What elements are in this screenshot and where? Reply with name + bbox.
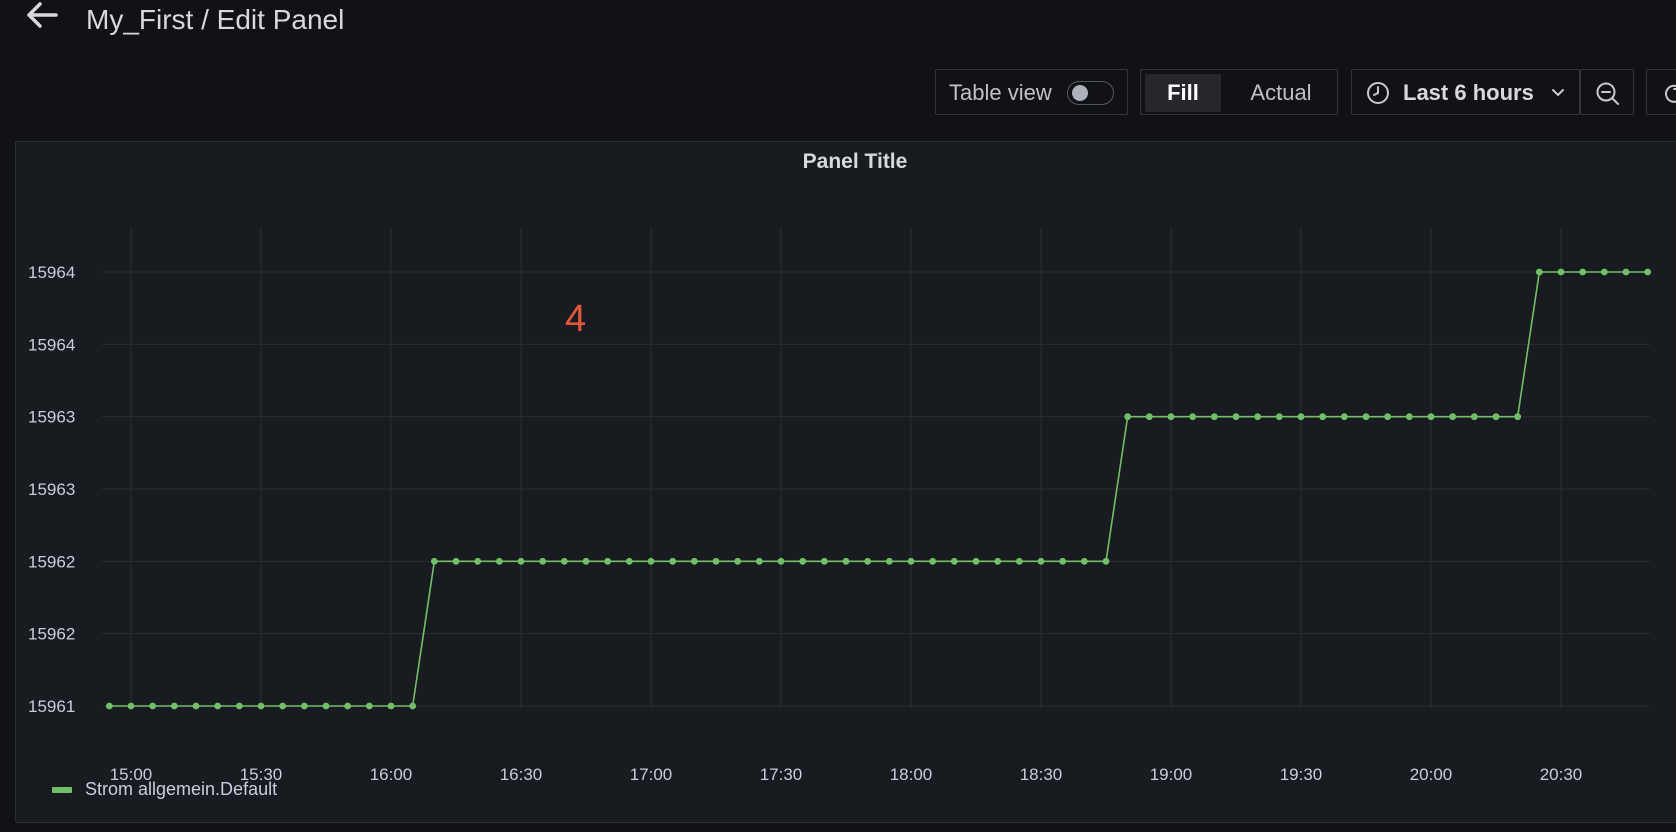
data-point (1124, 413, 1132, 421)
data-point (235, 702, 243, 710)
data-point (1579, 268, 1587, 276)
y-tick-label: 15964 (28, 335, 75, 354)
data-point (1059, 557, 1067, 565)
data-point (929, 557, 937, 565)
chart-grid (102, 228, 1650, 708)
data-point (214, 702, 222, 710)
x-tick-label: 17:30 (760, 765, 803, 784)
legend-swatch (52, 787, 72, 793)
x-tick-label: 16:30 (500, 765, 543, 784)
data-point (105, 702, 113, 710)
data-point (409, 702, 417, 710)
data-point (300, 702, 308, 710)
data-point (1167, 413, 1175, 421)
x-tick-label: 19:00 (1150, 765, 1193, 784)
data-point (647, 557, 655, 565)
data-point (1427, 413, 1435, 421)
data-point (517, 557, 525, 565)
data-point (669, 557, 677, 565)
x-tick-label: 20:00 (1410, 765, 1453, 784)
data-point (994, 557, 1002, 565)
data-point (127, 702, 135, 710)
y-tick-label: 15964 (28, 263, 75, 282)
legend-item[interactable]: Strom allgemein.Default (85, 779, 277, 800)
y-tick-label: 15963 (28, 480, 75, 499)
y-tick-label: 15963 (28, 408, 75, 427)
data-point (452, 557, 460, 565)
data-point (387, 702, 395, 710)
data-point (950, 557, 958, 565)
data-point (1622, 268, 1630, 276)
data-point (734, 557, 742, 565)
y-tick-label: 15961 (28, 697, 75, 716)
data-point (1080, 557, 1088, 565)
x-tick-label: 18:00 (890, 765, 933, 784)
data-point (1189, 413, 1197, 421)
data-point (1535, 268, 1543, 276)
data-point (1037, 557, 1045, 565)
data-point (1210, 413, 1218, 421)
y-tick-label: 15962 (28, 625, 75, 644)
data-point (907, 557, 915, 565)
data-point (365, 702, 373, 710)
data-point (1557, 268, 1565, 276)
x-tick-label: 16:00 (370, 765, 413, 784)
data-point (1644, 268, 1652, 276)
x-tick-label: 18:30 (1020, 765, 1063, 784)
data-point (1384, 413, 1392, 421)
data-point (625, 557, 633, 565)
data-point (1015, 557, 1023, 565)
data-point (1102, 557, 1110, 565)
data-point (842, 557, 850, 565)
time-series-chart: 15964159641596315963159621596215961 15:0… (28, 228, 1652, 784)
data-point (322, 702, 330, 710)
data-point (777, 557, 785, 565)
x-tick-label: 17:00 (630, 765, 673, 784)
data-point (972, 557, 980, 565)
data-point (885, 557, 893, 565)
data-point (820, 557, 828, 565)
data-point (257, 702, 265, 710)
y-tick-label: 15962 (28, 552, 75, 571)
data-point (474, 557, 482, 565)
data-point (539, 557, 547, 565)
data-point (1297, 413, 1305, 421)
data-point (1340, 413, 1348, 421)
x-tick-label: 20:30 (1540, 765, 1583, 784)
data-point (1492, 413, 1500, 421)
data-point (560, 557, 568, 565)
data-point (430, 557, 438, 565)
x-tick-label: 19:30 (1280, 765, 1323, 784)
data-point (604, 557, 612, 565)
annotation-number: 4 (565, 298, 587, 340)
data-point (149, 702, 157, 710)
data-point (1470, 413, 1478, 421)
data-point (1275, 413, 1283, 421)
data-point (1254, 413, 1262, 421)
data-point (1319, 413, 1327, 421)
data-point (582, 557, 590, 565)
y-axis: 15964 15964 15963 15963 15962 15962 15961 (28, 263, 75, 716)
data-point (864, 557, 872, 565)
data-point (690, 557, 698, 565)
data-point (1145, 413, 1153, 421)
data-point (192, 702, 200, 710)
data-point (712, 557, 720, 565)
data-point (495, 557, 503, 565)
data-point (1405, 413, 1413, 421)
data-point (1514, 413, 1522, 421)
data-point (1449, 413, 1457, 421)
data-point (279, 702, 287, 710)
data-point (344, 702, 352, 710)
data-point (170, 702, 178, 710)
data-point (1362, 413, 1370, 421)
data-point (1232, 413, 1240, 421)
data-point (755, 557, 763, 565)
data-point (1600, 268, 1608, 276)
data-point (799, 557, 807, 565)
x-axis: 15:00 15:30 16:00 16:30 17:00 17:30 18:00 18:30… (110, 765, 1583, 784)
